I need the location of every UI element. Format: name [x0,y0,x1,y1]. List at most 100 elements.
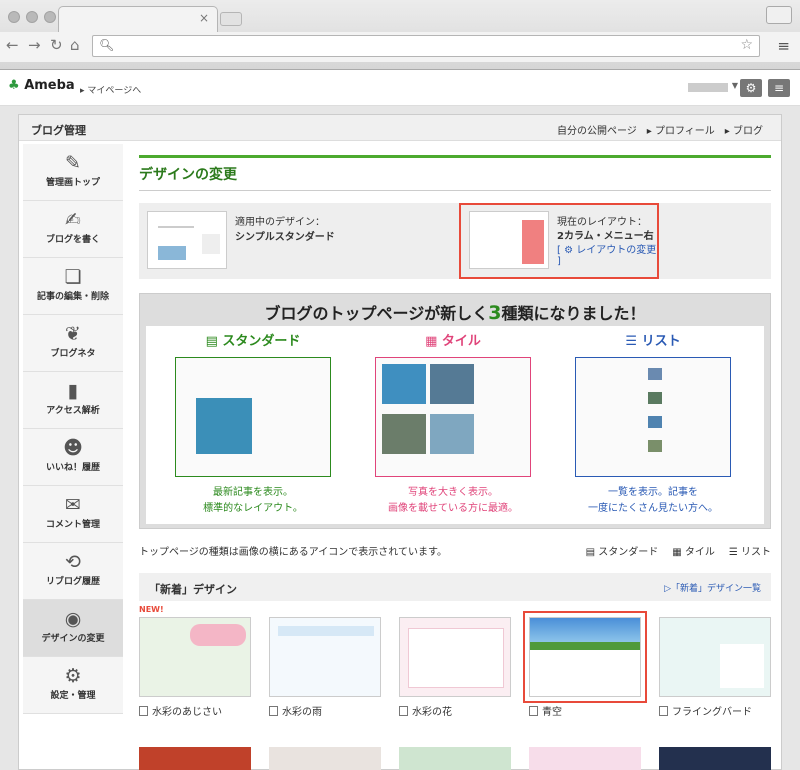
gear-icon: ⚙ [64,665,82,687]
sidebar-item-top[interactable]: ✎ 管理画トップ [23,144,123,201]
address-bar[interactable]: 🔍︎ ☆ [92,35,760,57]
desc-line: 一覧を表示。記事を [608,487,698,498]
design-thumbnail[interactable] [139,747,251,770]
window-zoom-button[interactable] [44,11,56,23]
change-layout-link[interactable]: [ ⚙ レイアウトの変更 ] [557,241,657,267]
page-title: ブログ管理 [31,124,86,137]
sidebar-item-label: 設定・管理 [50,691,96,701]
design-name[interactable]: フライングバード [659,703,771,718]
announcement-banner: ブログのトップページが新しく3種類になりました！ ▤ スタンダード 最新記事を表… [139,293,771,529]
design-name[interactable]: 水彩の花 [399,703,511,718]
sidebar-item-settings[interactable]: ⚙ 設定・管理 [23,657,123,714]
type-legend: ▤ スタンダード ▦ タイル ☰ リスト [572,543,771,558]
sidebar-item-likes[interactable]: ☻ いいね！履歴 [23,429,123,486]
blog-admin-panel: ブログ管理 自分の公開ページ ▸ プロフィール ▸ ブログ ✎ 管理画トップ ✍ ブログ… [18,114,782,770]
design-thumbnail[interactable] [659,617,771,697]
new-badge: NEW! [139,605,164,614]
design-name-text: 水彩の花 [412,707,452,718]
sidebar-item-reblog[interactable]: ⟲ リブログ履歴 [23,543,123,600]
folders-icon: ❏ [64,266,82,288]
home-icon[interactable]: ⌂ [70,36,80,54]
mypage-link[interactable]: ▸ マイページへ [80,83,141,96]
new-tab-button[interactable] [220,12,242,26]
current-design-name: シンプルスタンダード [235,232,335,243]
sidebar-item-label: コメント管理 [45,520,100,530]
reload-icon[interactable]: ↻ [50,36,63,54]
design-thumbnail[interactable] [139,617,251,697]
sidebar-item-label: リブログ履歴 [45,577,100,587]
user-name[interactable] [688,83,728,92]
desc-line: 標準的なレイアウト。 [203,503,303,514]
window-close-button[interactable] [8,11,20,23]
list-column: ☰ リスト 一覧を表示。記事を一度にたくさん見たい方へ。 [558,330,748,517]
design-thumbnail[interactable] [523,611,647,703]
new-designs-list-link[interactable]: ▷「新着」デザイン一覧 [664,581,761,594]
menu-button[interactable]: ≡ [768,79,790,97]
design-thumbnail[interactable] [269,747,381,770]
desc-line: 写真を大きく表示。 [408,487,498,498]
design-card[interactable]: 水彩の花 [399,617,511,718]
chevron-down-icon[interactable]: ▼ [732,81,738,90]
banner-text-2: 種類になりました！ [501,304,646,323]
tab-close-icon[interactable]: × [199,11,209,25]
desc-line: 最新記事を表示。 [213,487,293,498]
palette-icon: ◉ [64,608,82,630]
section-title: デザインの変更 [139,155,771,191]
list-heading: ☰ リスト [625,334,681,349]
admin-links: 自分の公開ページ ▸ プロフィール ▸ ブログ [547,122,763,137]
sidebar-item-blog-neta[interactable]: ❦ ブログネタ [23,315,123,372]
design-thumbnail[interactable] [659,747,771,770]
type-description-text: トップページの種類は画像の横にあるアイコンで表示されています。 [139,547,447,558]
sidebar-item-write[interactable]: ✍ ブログを書く [23,201,123,258]
blog-link[interactable]: ▸ ブログ [725,126,763,137]
tile-heading: ▦ タイル [425,334,481,349]
browser-tab[interactable]: × [58,6,218,32]
design-thumbnail[interactable] [399,747,511,770]
design-card[interactable]: NEW! 水彩のあじさい [139,605,251,718]
legend-tile: ▦ タイル [672,547,715,558]
bookmark-star-icon[interactable]: ☆ [740,37,753,53]
design-name[interactable]: 青空 [529,703,641,718]
settings-button[interactable]: ⚙ [740,79,762,97]
new-designs-header: 「新着」デザイン ▷「新着」デザイン一覧 [139,573,771,601]
banner-text-1: ブログのトップページが新しく [264,304,489,323]
sidebar-item-label: ブログネタ [50,349,96,359]
window-minimize-button[interactable] [26,11,38,23]
design-card-selected[interactable]: 青空 [523,611,647,718]
design-thumbnail[interactable] [529,747,641,770]
profile-link[interactable]: ▸ プロフィール [647,126,715,137]
design-name-text: 青空 [542,707,562,718]
tile-description: 写真を大きく表示。 画像を載せている方に最適。 [358,485,548,517]
standard-type-icon [269,706,278,716]
desc-line: 一度にたくさん見たい方へ。 [588,503,718,514]
design-name-text: 水彩のあじさい [152,707,222,718]
design-thumbnail[interactable] [399,617,511,697]
sidebar-item-label: ブログを書く [45,235,100,245]
design-card[interactable]: 水彩の雨 [269,617,381,718]
sidebar-item-design[interactable]: ◉ デザインの変更 [23,600,123,657]
public-page-link[interactable]: 自分の公開ページ [557,126,637,137]
tile-column: ▦ タイル 写真を大きく表示。 画像を載せている方に最適。 [358,330,548,517]
tile-preview [375,357,531,477]
banner-number: 3 [488,302,502,324]
legend-standard: ▤ スタンダード [585,547,659,558]
sidebar-item-comments[interactable]: ✉ コメント管理 [23,486,123,543]
browser-menu-icon[interactable]: ≡ [777,37,790,55]
window-fullscreen-button[interactable] [766,6,792,24]
design-name-text: 水彩の雨 [282,707,322,718]
new-designs-title: 「新着」デザイン [149,583,237,596]
ameba-logo[interactable]: ♣ Ameba [8,78,75,93]
sidebar-item-edit-posts[interactable]: ❏ 記事の編集・削除 [23,258,123,315]
design-name[interactable]: 水彩のあじさい [139,703,251,718]
sidebar-item-label: アクセス解析 [46,406,100,416]
sprout-icon: ❦ [65,323,81,345]
speech-bubble-icon: ✉ [65,494,81,516]
forward-icon[interactable]: → [28,36,41,54]
reblog-icon: ⟲ [65,551,81,573]
sidebar-item-analytics[interactable]: ▮ アクセス解析 [23,372,123,429]
back-icon[interactable]: ← [6,36,19,54]
list-preview [575,357,731,477]
design-thumbnail[interactable] [269,617,381,697]
design-card[interactable]: フライングバード [659,617,771,718]
design-name[interactable]: 水彩の雨 [269,703,381,718]
